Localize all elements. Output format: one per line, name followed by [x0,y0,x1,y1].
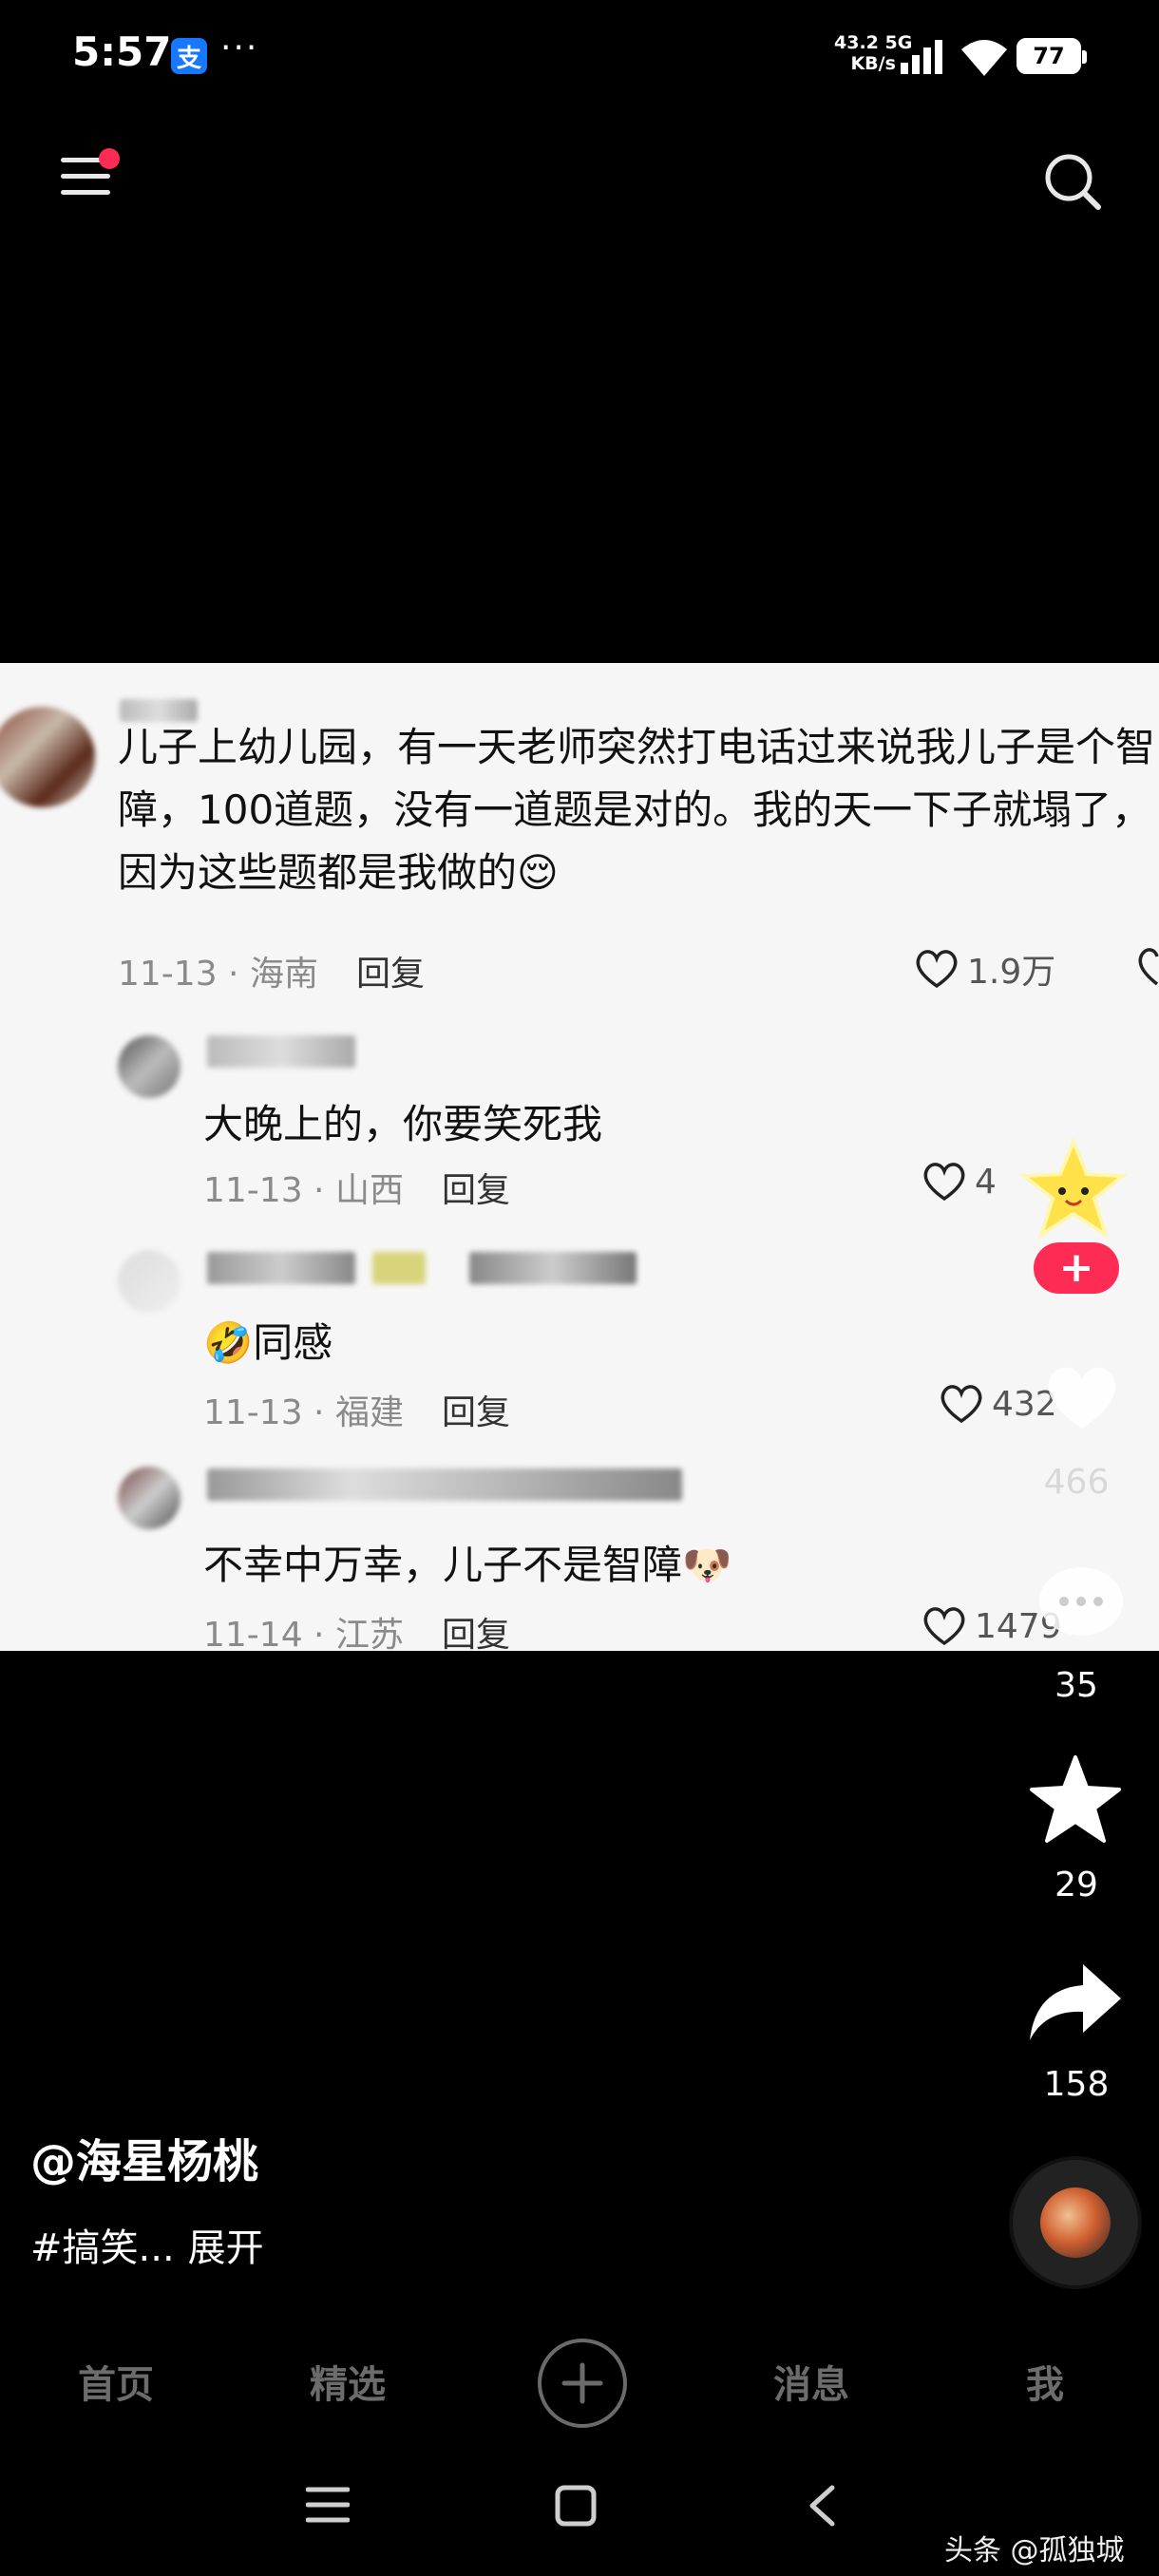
username-blurred [469,1252,636,1284]
tab-messages[interactable]: 消息 [773,2354,849,2409]
heart-icon [923,1607,965,1646]
cell-signal-icon [901,40,942,74]
username-blurred [207,1035,355,1068]
more-notifications-icon: ··· [220,28,259,67]
reply-like[interactable]: 4 [922,1161,997,1203]
tab-me[interactable]: 我 [1026,2354,1064,2409]
like-video-icon[interactable] [1041,1360,1123,1436]
dislike-icon[interactable] [1138,946,1159,988]
laughing-emoji-icon: 🤣 [203,1319,254,1366]
reply-text: 不幸中万幸，儿子不是智障🐶 [203,1542,732,1588]
video-comment-screenshot[interactable]: 儿子上幼儿园，有一天老师突然打电话过来说我儿子是个智障，100道题，没有一道题是… [0,663,1159,1651]
music-disc-icon[interactable] [1013,2160,1138,2285]
reply-text: 🤣同感 [203,1319,333,1366]
reply-meta: 11-14 · 江苏 回复 [203,1607,510,1651]
heart-icon [923,1163,965,1202]
plus-icon [561,2362,603,2404]
watermark: 头条 @孤独城 [944,2534,1125,2567]
tab-home[interactable]: 首页 [78,2354,154,2409]
avatar [118,1035,180,1098]
comment-icon[interactable] [1036,1563,1127,1647]
share-arrow-icon[interactable] [1026,1957,1125,2048]
shares-count: 158 [1043,2065,1110,2104]
reply-text: 大晚上的，你要笑死我 [203,1101,603,1147]
reply-button[interactable]: 回复 [442,1393,510,1432]
alipay-icon: 支 [171,38,207,74]
reply-meta: 11-13 · 山西 回复 [203,1171,510,1210]
battery-icon: 77 [1016,38,1087,74]
avatar [118,1467,180,1529]
back-chevron-icon[interactable] [808,2485,836,2527]
reply-button[interactable]: 回复 [442,1616,510,1651]
author-name[interactable]: @海星杨桃 [30,2124,258,2190]
expand-button[interactable]: 展开 [188,2226,264,2270]
recent-apps-icon[interactable] [306,2485,350,2525]
tab-featured[interactable]: 精选 [310,2354,386,2409]
video-description: #搞笑... 展开 [30,2217,264,2272]
dog-emoji-icon: 🐶 [682,1542,732,1588]
favorite-star-icon[interactable] [1028,1753,1123,1845]
creator-avatar-star-icon[interactable] [1018,1136,1129,1242]
reply-meta: 11-13 · 福建 回复 [203,1393,510,1432]
main-comment-text: 儿子上幼儿园，有一天老师突然打电话过来说我儿子是个智障，100道题，没有一道题是… [118,724,1156,896]
comments-count: 35 [1054,1666,1098,1705]
avatar [118,1250,180,1313]
battery-level: 77 [1033,43,1065,69]
heart-icon [940,1385,982,1424]
reply-button[interactable]: 回复 [356,955,425,994]
status-time: 5:57 [72,28,172,75]
likes-count: 466 [1043,1463,1110,1502]
username-blurred [372,1252,426,1284]
username-blurred [207,1468,682,1501]
heart-icon [916,950,958,989]
reply-button[interactable]: 回复 [442,1171,510,1210]
avatar [0,707,95,807]
wifi-icon [961,40,1007,76]
notification-dot [99,148,120,169]
follow-button[interactable]: + [1034,1242,1119,1294]
favorites-count: 29 [1054,1866,1098,1904]
hashtag[interactable]: #搞笑... [30,2226,175,2270]
main-comment-meta: 11-13 · 海南 回复 [118,955,425,994]
username-blurred [207,1252,355,1284]
relieved-emoji-icon: 😌 [517,849,559,896]
create-button[interactable] [538,2339,627,2428]
home-square-icon[interactable] [555,2485,597,2527]
reply-like[interactable]: 432 [939,1383,1057,1425]
search-icon[interactable] [1041,150,1104,213]
main-comment-like[interactable]: 1.9万 [914,944,1055,994]
